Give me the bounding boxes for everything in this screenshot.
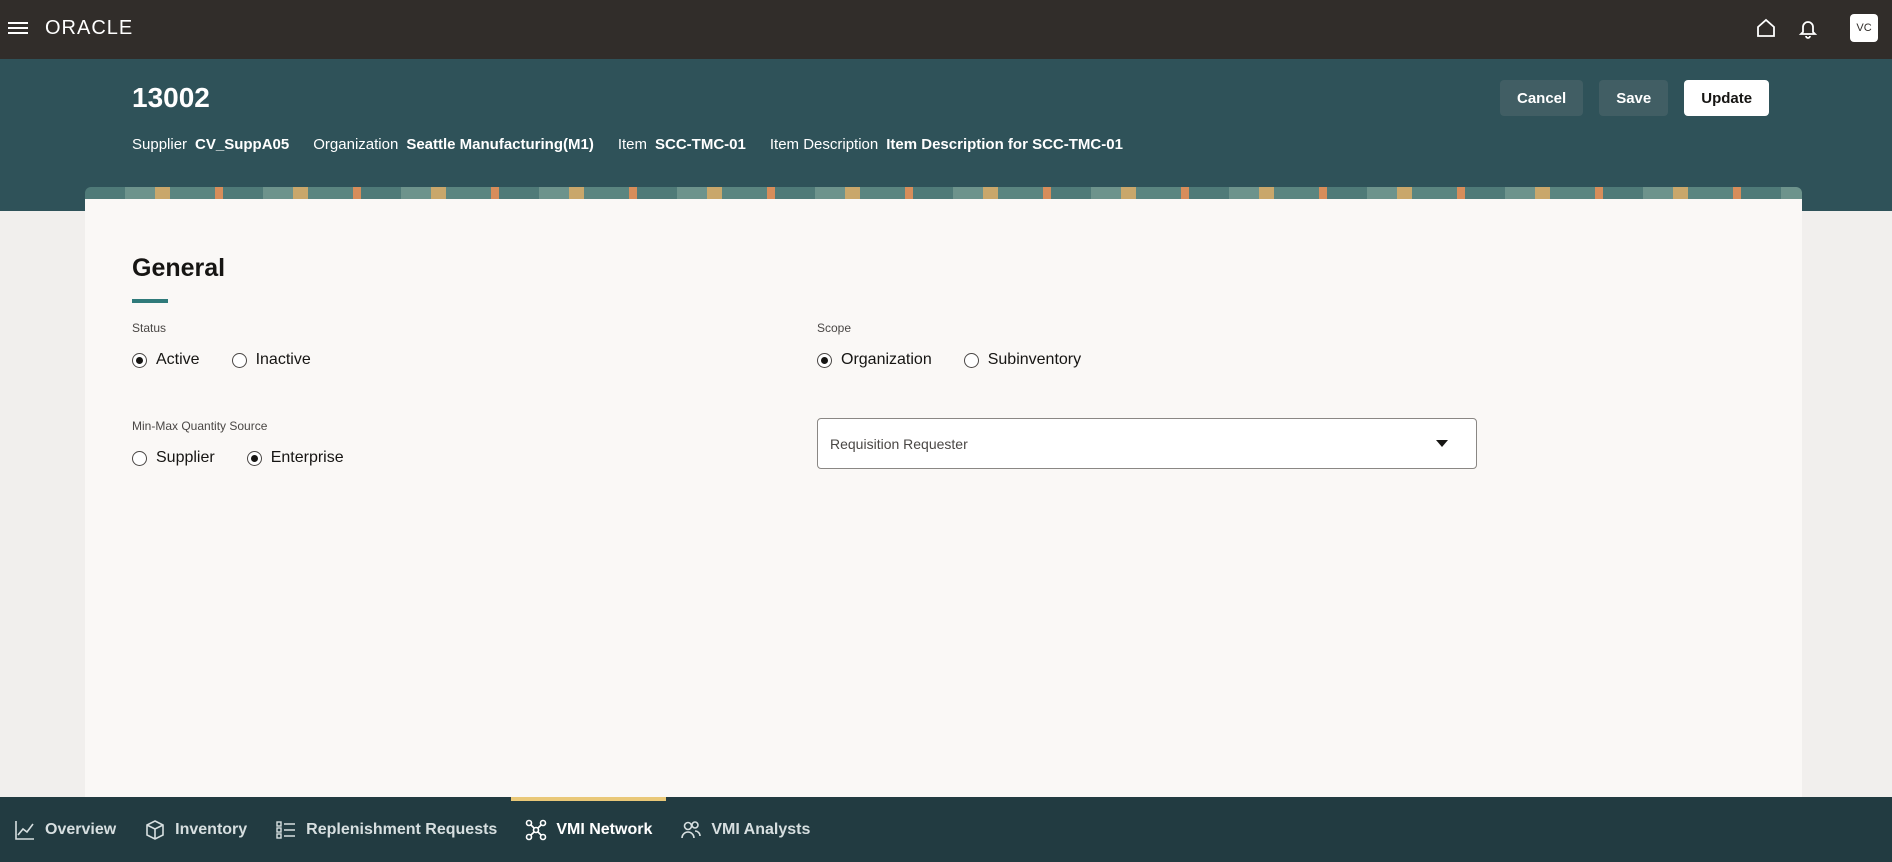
radio-checked-icon [246, 450, 262, 466]
header-meta: Supplier CV_SuppA05 Organization Seattle… [132, 136, 1123, 153]
bottom-nav: Overview Inventory Replenishment Request… [0, 797, 1892, 862]
general-card: General Status Active Inactive Scope Org… [85, 199, 1802, 797]
meta-item-description: Item Description Item Description for SC… [769, 136, 1123, 153]
tab-overview[interactable]: Overview [0, 797, 130, 862]
page-title: 13002 [132, 82, 210, 113]
status-label: Status [132, 321, 167, 335]
scope-subinventory-radio[interactable]: Subinventory [963, 351, 1081, 369]
scope-label: Scope [817, 321, 852, 335]
requisition-requester-select[interactable]: Requisition Requester [817, 418, 1477, 469]
network-icon [525, 819, 547, 841]
status-radio-group: Active Inactive [132, 351, 311, 369]
scope-radio-group: Organization Subinventory [817, 351, 1081, 369]
tab-vmi-analysts[interactable]: VMI Analysts [666, 797, 824, 862]
radio-unchecked-icon [132, 450, 147, 466]
radio-unchecked-icon [231, 352, 247, 368]
radio-checked-icon [817, 352, 832, 368]
users-icon [680, 819, 702, 841]
section-underline [132, 299, 168, 303]
section-title: General [132, 254, 226, 282]
requisition-requester-placeholder: Requisition Requester [830, 435, 968, 452]
tab-replenishment-requests[interactable]: Replenishment Requests [261, 797, 511, 862]
meta-organization: Organization Seattle Manufacturing(M1) [313, 136, 594, 153]
bell-icon[interactable] [1796, 16, 1820, 40]
scope-organization-radio[interactable]: Organization [817, 351, 932, 369]
list-icon [275, 819, 297, 841]
minmax-radio-group: Supplier Enterprise [132, 449, 344, 467]
minmax-supplier-radio[interactable]: Supplier [132, 449, 215, 467]
meta-supplier: Supplier CV_SuppA05 [132, 136, 290, 153]
chevron-down-icon [1436, 440, 1448, 447]
radio-checked-icon [132, 352, 147, 368]
home-icon[interactable] [1754, 16, 1778, 40]
cancel-button[interactable]: Cancel [1500, 80, 1584, 116]
decorative-banner [85, 187, 1802, 199]
save-button[interactable]: Save [1599, 80, 1669, 116]
update-button[interactable]: Update [1684, 80, 1770, 116]
top-bar: ORACLE VC [0, 0, 1892, 59]
status-active-radio[interactable]: Active [132, 351, 200, 369]
status-inactive-radio[interactable]: Inactive [231, 351, 311, 369]
tab-vmi-network[interactable]: VMI Network [511, 797, 667, 862]
oracle-logo[interactable]: ORACLE [45, 17, 133, 40]
radio-unchecked-icon [963, 352, 979, 368]
chart-line-icon [14, 819, 36, 841]
minmax-label: Min-Max Quantity Source [132, 419, 268, 433]
menu-icon[interactable] [8, 19, 28, 39]
meta-item: Item SCC-TMC-01 [617, 136, 746, 153]
user-avatar[interactable]: VC [1850, 14, 1878, 42]
cube-icon [144, 819, 166, 841]
minmax-enterprise-radio[interactable]: Enterprise [246, 449, 344, 467]
tab-inventory[interactable]: Inventory [130, 797, 261, 862]
header-actions: Cancel Save Update [1500, 80, 1770, 116]
